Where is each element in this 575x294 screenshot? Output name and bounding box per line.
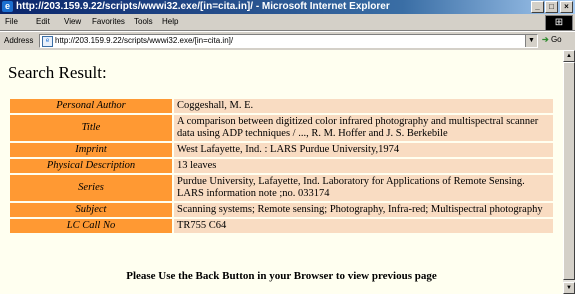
- table-row: Subject Scanning systems; Remote sensing…: [9, 202, 554, 218]
- window-title: http://203.159.9.22/scripts/wwwi32.exe/[…: [16, 1, 390, 12]
- go-button[interactable]: ➔ Go: [542, 35, 562, 44]
- table-row: Personal Author Coggeshall, M. E.: [9, 98, 554, 114]
- row-value-subject: Scanning systems; Remote sensing; Photog…: [173, 202, 554, 218]
- windows-logo-icon: ⊞: [545, 15, 573, 31]
- vertical-scrollbar[interactable]: ▲ ▼: [563, 50, 575, 294]
- result-table: Personal Author Coggeshall, M. E. Title …: [9, 98, 554, 234]
- back-button-note: Please Use the Back Button in your Brows…: [126, 270, 437, 282]
- row-label-lc-call-no: LC Call No: [9, 218, 173, 234]
- row-label-physical-description: Physical Description: [9, 158, 173, 174]
- menu-file[interactable]: File: [5, 17, 18, 26]
- row-value-title: A comparison between digitized color inf…: [173, 114, 554, 142]
- row-label-title: Title: [9, 114, 173, 142]
- row-value-series: Purdue University, Lafayette, Ind. Labor…: [173, 174, 554, 202]
- address-value[interactable]: http://203.159.9.22/scripts/wwwi32.exe/[…: [55, 36, 233, 45]
- row-label-personal-author: Personal Author: [9, 98, 173, 114]
- menu-help[interactable]: Help: [162, 17, 178, 26]
- go-label: Go: [550, 35, 562, 44]
- go-arrow-icon: ➔: [542, 35, 549, 44]
- row-value-imprint: West Lafayette, Ind. : LARS Purdue Unive…: [173, 142, 554, 158]
- menu-edit[interactable]: Edit: [36, 17, 50, 26]
- address-input[interactable]: e http://203.159.9.22/scripts/wwwi32.exe…: [39, 34, 538, 48]
- page-content: Search Result: Personal Author Coggeshal…: [0, 50, 563, 294]
- table-row: LC Call No TR755 C64: [9, 218, 554, 234]
- title-bar[interactable]: e http://203.159.9.22/scripts/wwwi32.exe…: [0, 0, 575, 14]
- address-bar: Address e http://203.159.9.22/scripts/ww…: [0, 31, 575, 51]
- minimize-icon[interactable]: _: [531, 1, 544, 13]
- page-title: Search Result:: [8, 63, 107, 82]
- close-icon[interactable]: ×: [560, 1, 573, 13]
- menu-view[interactable]: View: [64, 17, 81, 26]
- row-value-personal-author: Coggeshall, M. E.: [173, 98, 554, 114]
- row-label-series: Series: [9, 174, 173, 202]
- maximize-icon[interactable]: □: [545, 1, 558, 13]
- address-label: Address: [4, 36, 34, 45]
- ie-icon: e: [2, 1, 13, 12]
- table-row: Series Purdue University, Lafayette, Ind…: [9, 174, 554, 202]
- scroll-up-icon[interactable]: ▲: [563, 50, 575, 62]
- menu-bar: File Edit View Favorites Tools Help ⊞: [0, 14, 575, 31]
- scroll-down-icon[interactable]: ▼: [563, 282, 575, 294]
- table-row: Imprint West Lafayette, Ind. : LARS Purd…: [9, 142, 554, 158]
- scroll-thumb[interactable]: [563, 62, 575, 280]
- table-row: Title A comparison between digitized col…: [9, 114, 554, 142]
- row-label-subject: Subject: [9, 202, 173, 218]
- chevron-down-icon[interactable]: ▼: [525, 35, 537, 47]
- table-row: Physical Description 13 leaves: [9, 158, 554, 174]
- menu-favorites[interactable]: Favorites: [92, 17, 125, 26]
- page-icon: e: [42, 36, 53, 47]
- row-value-lc-call-no: TR755 C64: [173, 218, 554, 234]
- menu-tools[interactable]: Tools: [134, 17, 153, 26]
- row-value-physical-description: 13 leaves: [173, 158, 554, 174]
- row-label-imprint: Imprint: [9, 142, 173, 158]
